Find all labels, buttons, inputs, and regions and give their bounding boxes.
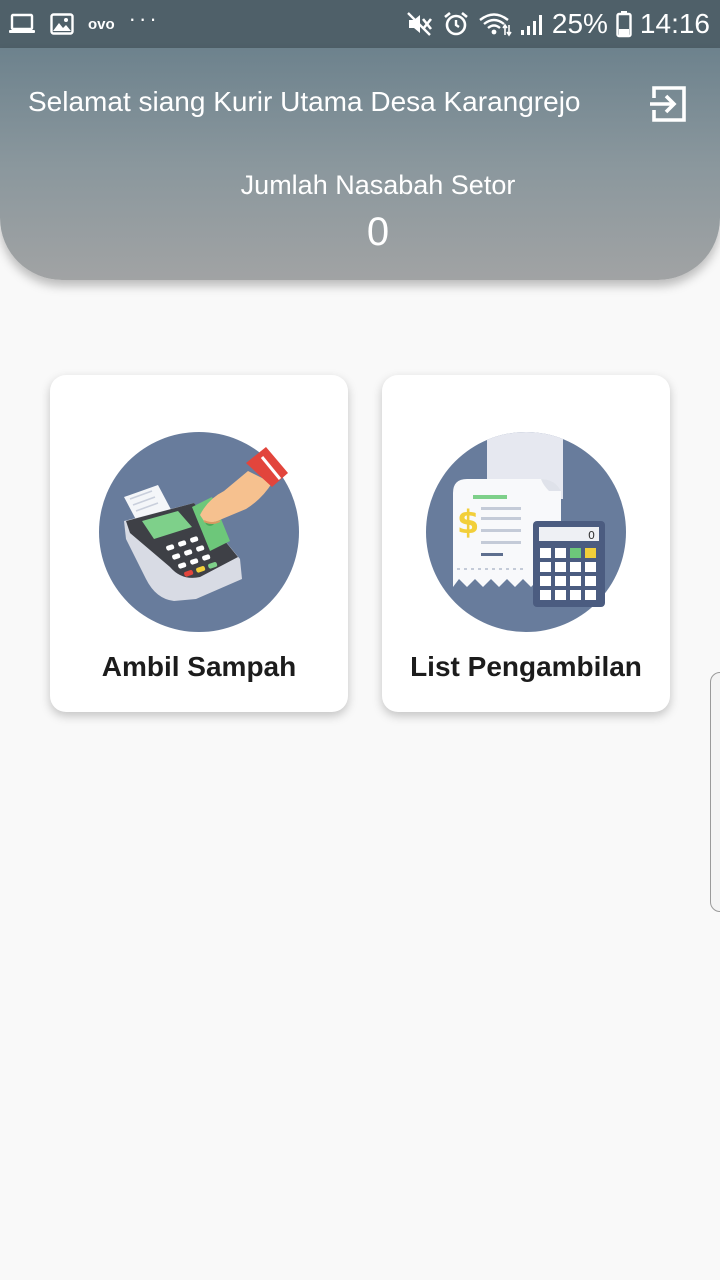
payment-terminal-illustration — [50, 429, 348, 635]
app-screen: ovo ··· 25% 14:16 Selamat siang Kurir Ut… — [0, 0, 720, 1280]
deposit-count-value: 0 — [366, 210, 390, 254]
ambil-sampah-label: Ambil Sampah — [101, 651, 297, 682]
ambil-sampah-card[interactable]: Ambil Sampah — [50, 375, 348, 712]
wifi-icon — [478, 11, 512, 37]
deposit-count-label: Jumlah Nasabah Setor — [240, 170, 516, 200]
header-panel: Selamat siang Kurir Utama Desa Karangrej… — [0, 48, 720, 280]
image-icon — [50, 13, 74, 35]
battery-percent: 25% — [551, 8, 608, 39]
ovo-icon: ovo — [88, 15, 115, 33]
list-pengambilan-label: List Pengambilan — [410, 651, 642, 682]
payment-terminal-icon — [99, 432, 299, 632]
list-pengambilan-card[interactable]: $ 0 List Pengambilan — [382, 375, 670, 712]
status-bar-left: ovo ··· — [8, 0, 160, 48]
greeting-text: Selamat siang Kurir Utama Desa Karangrej… — [28, 86, 581, 117]
status-bar-right: 25% 14:16 — [406, 0, 710, 48]
mute-icon — [406, 11, 434, 37]
receipt-calculator-illustration: $ 0 — [382, 429, 670, 635]
receipt-calculator-icon: $ 0 — [426, 432, 626, 632]
clock-time: 14:16 — [639, 8, 710, 39]
battery-icon — [616, 10, 632, 38]
logout-button[interactable] — [648, 84, 688, 124]
alarm-icon — [442, 10, 470, 38]
logout-icon — [650, 86, 686, 122]
laptop-icon — [8, 13, 36, 35]
more-dots-icon: ··· — [128, 6, 160, 31]
edge-panel-handle[interactable] — [710, 672, 720, 912]
signal-icon — [520, 12, 544, 36]
svg-text:$: $ — [457, 503, 479, 541]
status-bar: ovo ··· 25% 14:16 — [0, 0, 720, 48]
calculator-display: 0 — [588, 529, 595, 542]
